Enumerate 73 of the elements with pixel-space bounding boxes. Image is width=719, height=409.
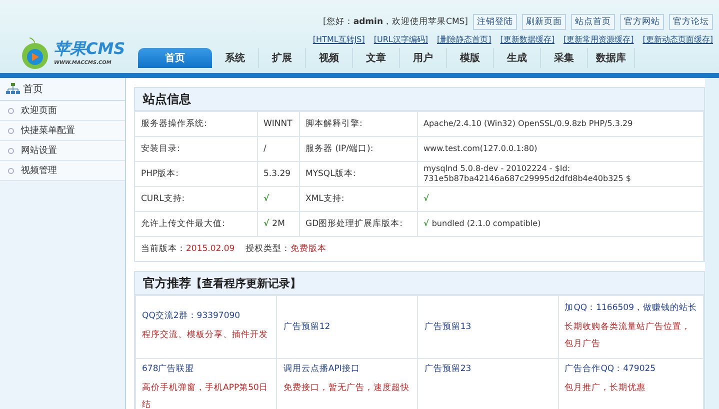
panel-title: 站点信息 [135,88,704,111]
table-cell: 2M [272,219,285,229]
nav-tab[interactable]: 模版 [447,48,494,68]
ad-description: 长期收购各类流量站广告位置，包月广告 [564,320,692,350]
ad-link[interactable]: 加QQ：1166509，做赚钱的站长 [564,302,697,314]
quick-link[interactable]: [更新动态页面缓存] [642,34,713,45]
table-cell: 允许上传文件最大值: [135,212,257,236]
version-label: 当前版本： [141,244,186,254]
panel-title: 官方推荐 [143,274,191,292]
bullet-icon [8,168,14,174]
table-cell: 服务器 (IP/端口): [299,136,417,162]
nav-tab[interactable]: 扩展 [259,48,306,68]
bullet-icon [8,128,14,134]
nav-tab[interactable]: 生成 [494,48,541,68]
ad-description: 程序交流、模板分享、插件开发 [142,328,269,342]
ad-link[interactable]: 广告合作QQ：479025 [564,363,697,375]
license-label: 授权类型： [245,244,290,254]
nav-tab[interactable]: 用户 [400,48,447,68]
nav-tab[interactable]: 系统 [212,48,259,68]
ad-link[interactable]: 广告预留13 [424,321,552,333]
table-cell: bundled (2.1.0 compatible) [432,219,541,228]
bullet-icon [8,108,14,114]
sidebar-item[interactable]: 欢迎页面 [21,104,57,117]
version-value: 2015.02.09 [186,244,235,254]
ad-link[interactable]: 广告预留12 [283,321,412,333]
table-cell: GD图形处理扩展库版本: [299,212,417,236]
sidebar-title: 首页 [23,83,43,96]
nav-tab[interactable]: 视频 [306,48,353,68]
sitemap-icon [6,83,20,95]
check-mark: √ [424,219,429,228]
bullet-icon [8,148,14,154]
header-button[interactable]: 注销登陆 [473,14,517,30]
nav-tab[interactable]: 采集 [541,48,588,68]
ad-link[interactable]: 调用云点播API接口 [283,363,412,375]
table-cell: Apache/2.4.10 (Win32) OpenSSL/0.9.8zb PHP/5.3.29 [424,119,633,128]
ad-link[interactable]: QQ交流2群：93397090 [142,310,270,322]
table-cell: 5.3.29 [264,169,291,179]
sidebar-item[interactable]: 网站设置 [21,144,57,157]
nav-tab[interactable]: 数据库 [588,48,635,68]
check-mark: √ [424,194,429,203]
quick-link[interactable]: [URL汉字编码] [374,34,428,45]
sidebar-item[interactable]: 视频管理 [21,164,57,177]
table-cell: WINNT [264,119,292,129]
quick-link[interactable]: [删除静态首页] [437,34,492,45]
ad-description: 包月推广，长期优惠 [564,382,647,395]
check-mark: √ [264,219,270,229]
header-button[interactable]: 站点首页 [571,14,615,30]
nav-tab[interactable]: 文章 [353,48,400,68]
check-mark: √ [264,194,270,204]
ad-link[interactable]: 678广告联盟 [142,363,270,375]
greeting-text: [您好：admin，欢迎使用苹果CMS] [323,16,468,28]
table-cell: PHP版本: [135,162,257,186]
ad-description: 高价手机弹窗，手机APP第50日结 [142,382,269,409]
license-value: 免费版本 [290,244,326,254]
table-cell: mysqlnd 5.0.8-dev - 20102224 - $Id: 731e5b87ba42146a687c29995d2dfd8b4e40b325 $ [424,164,631,183]
table-cell: XML支持: [299,186,417,212]
logo-title: 苹果CMS [54,39,126,60]
quick-link[interactable]: [HTML互转JS] [312,34,365,45]
quick-link[interactable]: [更新常用资源缓存] [564,34,634,45]
update-log-link[interactable]: 【查看程序更新记录】 [191,276,301,290]
header-button[interactable]: 刷新页面 [522,14,566,30]
table-cell: 安装目录: [135,136,257,162]
table-cell: CURL支持: [135,186,257,212]
header-button[interactable]: 官方网站 [620,14,664,30]
quick-link[interactable]: [更新数据缓存] [500,34,554,45]
header-button[interactable]: 官方论坛 [669,14,713,30]
ad-description: 免费接口，暂无广告，速度超快 [283,382,410,395]
nav-tab[interactable]: 首页 [138,48,212,68]
table-cell: 脚本解释引擎: [299,112,417,136]
table-cell: / [264,144,266,154]
table-cell: MYSQL版本: [299,162,417,186]
table-cell: 服务器操作系统: [135,112,257,136]
table-cell: www.test.com(127.0.0.1:80) [424,144,538,153]
